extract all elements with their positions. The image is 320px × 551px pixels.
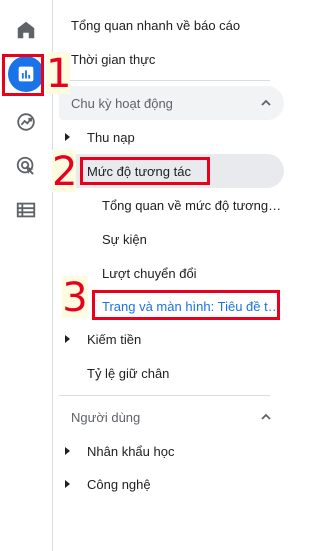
section-title: Người dùng (71, 409, 141, 425)
divider (59, 395, 270, 396)
nav-group-demographics[interactable]: Nhân khẩu học (53, 434, 284, 468)
annotation-box-reports (2, 54, 44, 96)
annotation-box-pages-and-screens (92, 290, 280, 320)
chevron-up-icon[interactable] (258, 409, 274, 425)
annotation-number: 3 (62, 275, 88, 321)
nav-group-label: Tỷ lệ giữ chân (87, 365, 170, 381)
section-header-lifecycle[interactable]: Chu kỳ hoạt động (59, 86, 284, 120)
nav-subitem-label: Sự kiện (102, 231, 147, 247)
nav-group-monetization[interactable]: Kiếm tiền (53, 322, 284, 356)
nav-group-tech[interactable]: Công nghệ (53, 467, 284, 501)
caret-right-icon (65, 480, 70, 488)
chevron-up-icon[interactable] (258, 95, 274, 111)
nav-item-label: Tổng quan nhanh về báo cáo (71, 17, 241, 33)
nav-item-realtime[interactable]: Thời gian thực (53, 42, 284, 76)
divider (59, 80, 270, 81)
nav-group-label: Công nghệ (87, 476, 151, 492)
caret-right-icon (65, 335, 70, 343)
nav-item-reports-snapshot[interactable]: Tổng quan nhanh về báo cáo (53, 8, 284, 42)
nav-subitem-label: Lượt chuyển đổi (102, 265, 197, 281)
section-header-user[interactable]: Người dùng (59, 400, 284, 434)
nav-group-label: Kiếm tiền (87, 331, 142, 347)
configure-icon[interactable] (8, 192, 44, 228)
caret-right-icon (65, 133, 70, 141)
explore-icon[interactable] (8, 104, 44, 140)
reports-navigation-panel: Tổng quan nhanh về báo cáo Thời gian thự… (53, 0, 320, 551)
nav-item-label: Thời gian thực (71, 51, 156, 67)
nav-subitem-engagement-overview[interactable]: Tổng quan về mức độ tương tác (53, 188, 284, 222)
home-icon[interactable] (8, 12, 44, 48)
nav-group-label: Nhân khẩu học (87, 443, 175, 459)
nav-group-acquisition[interactable]: Thu nạp (53, 120, 284, 154)
annotation-box-engagement (80, 157, 210, 185)
annotation-number: 1 (46, 51, 72, 97)
advertising-icon[interactable] (8, 148, 44, 184)
nav-subitem-label: Tổng quan về mức độ tương tác (102, 197, 284, 213)
nav-group-label: Thu nạp (87, 129, 135, 145)
caret-right-icon (65, 447, 70, 455)
section-title: Chu kỳ hoạt động (71, 95, 173, 111)
annotation-number: 2 (52, 149, 78, 195)
nav-group-retention[interactable]: Tỷ lệ giữ chân (53, 356, 284, 390)
nav-subitem-events[interactable]: Sự kiện (53, 222, 284, 256)
